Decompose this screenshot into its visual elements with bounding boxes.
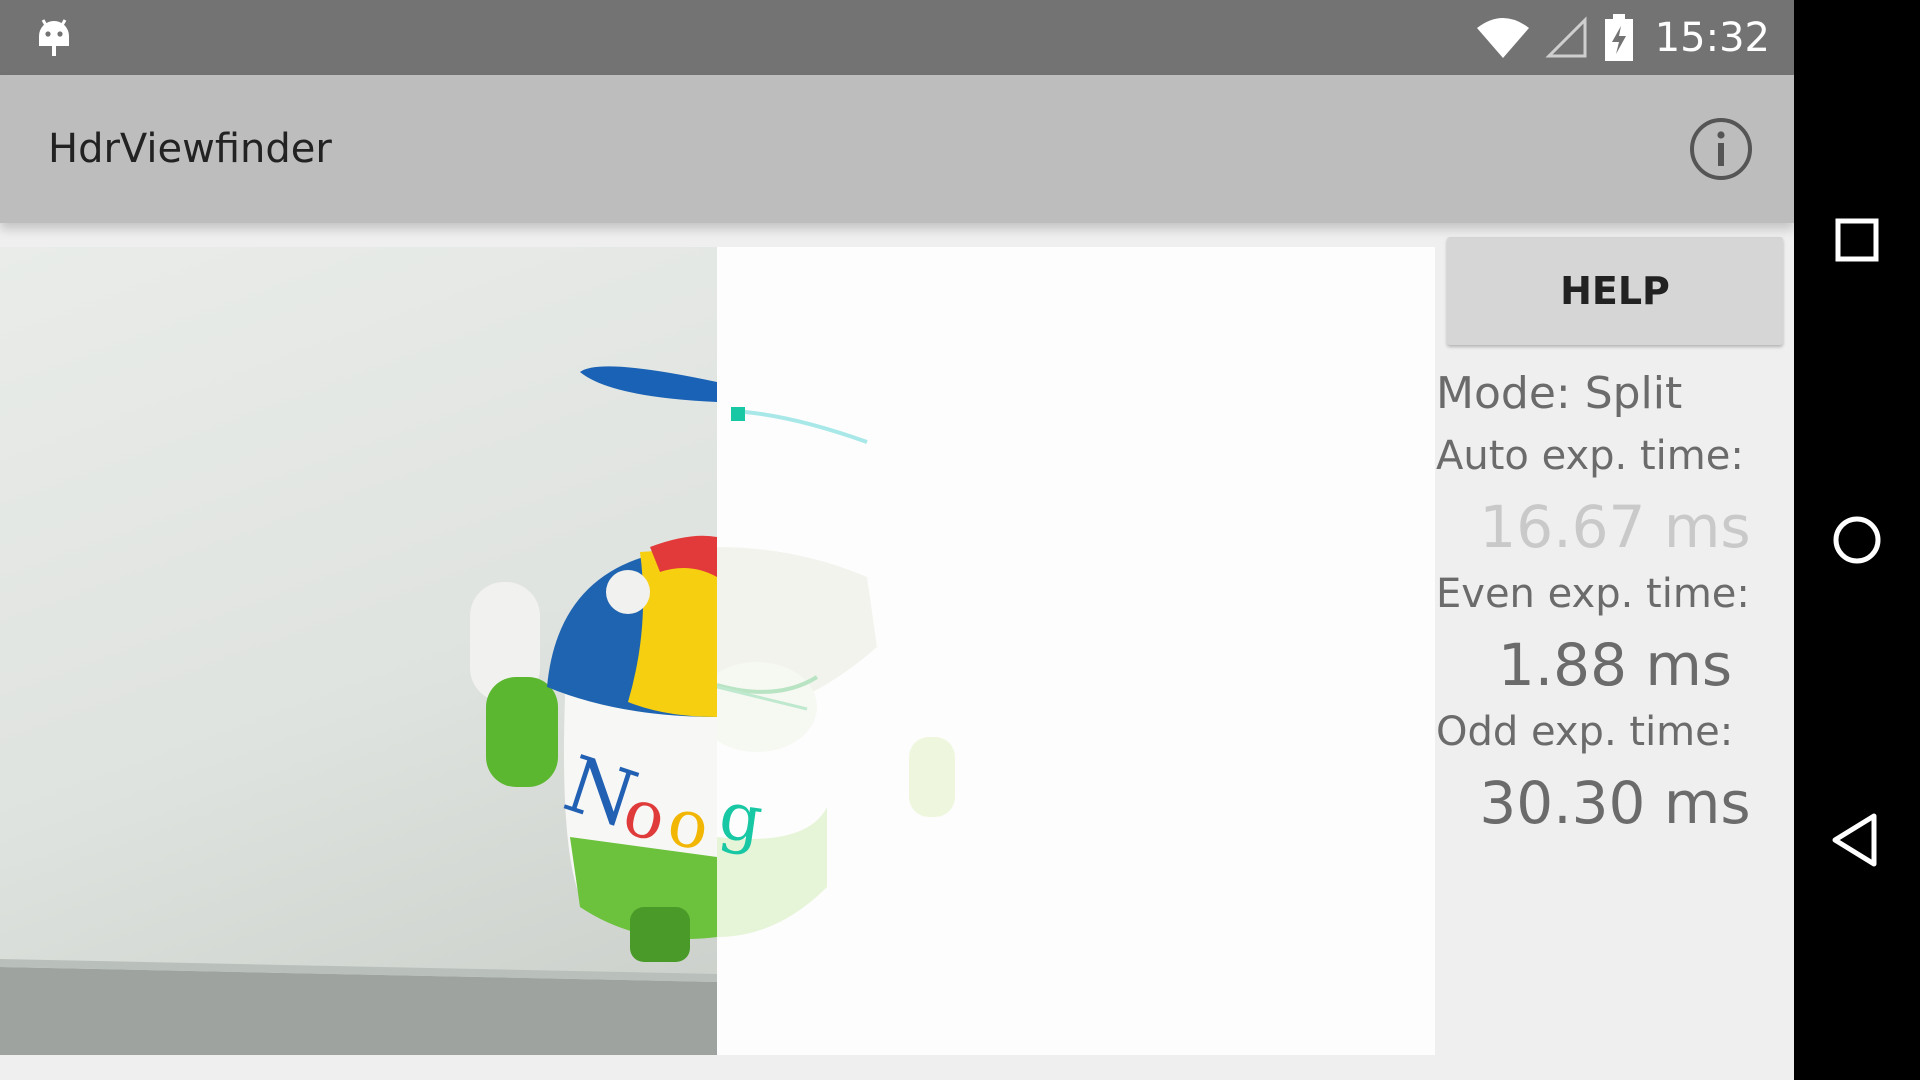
battery-charging-icon [1604,13,1633,61]
odd-exp-value: 30.30 ms [1479,769,1751,837]
navigation-bar [1794,0,1920,1080]
auto-exp-label: Auto exp. time: [1436,433,1744,479]
status-bar: 15:32 [0,0,1794,75]
viewfinder-even-exposure-half: N o o [0,247,717,1055]
camera-viewfinder[interactable]: N o o g [0,247,1435,1055]
odd-exp-label: Odd exp. time: [1436,709,1734,755]
even-exp-label: Even exp. time: [1436,571,1750,617]
auto-exp-value: 16.67 ms [1479,493,1751,561]
info-icon[interactable] [1688,116,1754,182]
app-bar: HdrViewfinder [0,75,1794,223]
recents-icon[interactable] [1827,210,1887,270]
home-icon[interactable] [1827,510,1887,570]
help-button[interactable]: HELP [1447,237,1783,345]
back-icon[interactable] [1827,810,1887,870]
content-area: N o o g HELP Mode: Split Auto exp. time: [0,223,1794,1080]
android-toy-bright: g [717,407,955,937]
android-toy-dark: N o o [0,366,717,1055]
app-title: HdrViewfinder [48,126,332,172]
even-exp-value: 1.88 ms [1497,631,1733,699]
viewfinder-odd-exposure-half: g [717,247,1435,1055]
side-panel: HELP Mode: Split Auto exp. time: 16.67 m… [1436,223,1794,1080]
android-debug-icon [39,19,69,56]
wifi-icon [1476,17,1529,58]
cell-signal-icon [1545,15,1587,57]
status-time: 15:32 [1654,14,1770,61]
mode-label: Mode: Split [1436,368,1683,419]
